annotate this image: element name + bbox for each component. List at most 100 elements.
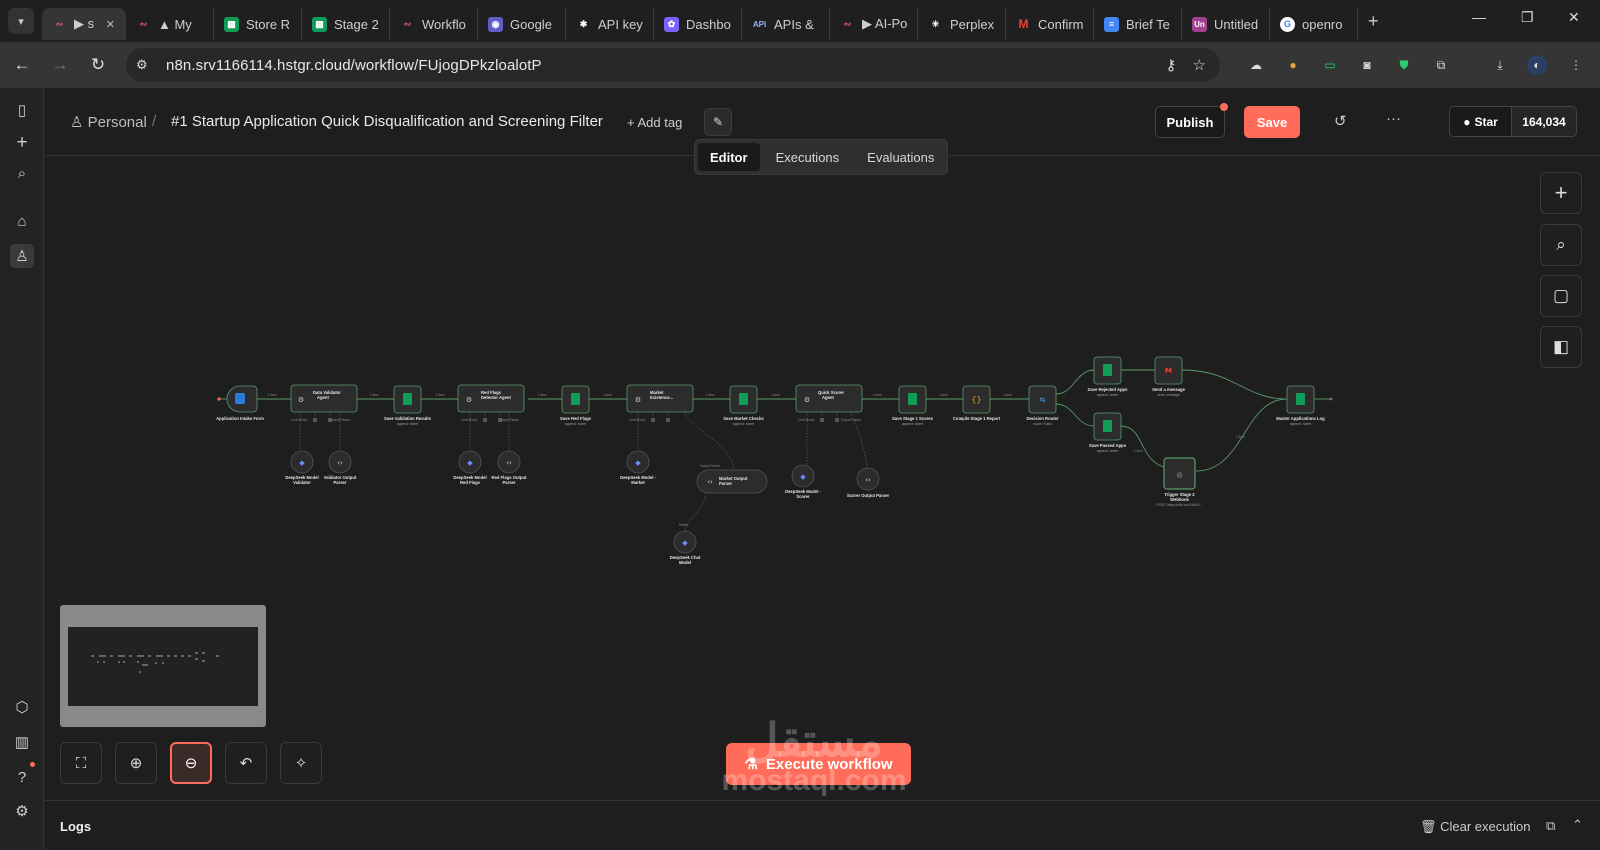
- browser-tab[interactable]: Gopenro: [1270, 8, 1358, 40]
- help-icon[interactable]: ?: [10, 765, 34, 789]
- add-icon[interactable]: +: [10, 131, 34, 155]
- tab-label: Dashbo: [686, 16, 731, 32]
- browser-tab[interactable]: ✿ Dashbo: [654, 8, 742, 40]
- tab-executions[interactable]: Executions: [764, 143, 852, 171]
- browser-tab[interactable]: ✱ API key: [566, 8, 654, 40]
- browser-tab[interactable]: ≡ Brief Te: [1094, 8, 1182, 40]
- extensions-puzzle-icon[interactable]: ⧉: [1431, 55, 1451, 75]
- tab-label: ▶ s: [74, 16, 95, 31]
- extension-grey-icon[interactable]: ◙: [1357, 55, 1377, 75]
- node-market-existence-agent[interactable]: ⚙ Market Existence...: [626, 384, 694, 413]
- tab-evaluations[interactable]: Evaluations: [855, 143, 946, 171]
- home-icon[interactable]: ⌂: [10, 209, 34, 233]
- tab-editor[interactable]: Editor: [698, 143, 760, 171]
- sticky-note-icon[interactable]: ▢: [1540, 275, 1582, 317]
- node-decision-router[interactable]: ⇆ Decision Router mode: Rules: [1026, 385, 1059, 426]
- logs-panel[interactable]: Logs 🗑 Clear execution ⧉ ⌃: [44, 800, 1600, 850]
- port-label: Chat Model: [291, 418, 308, 422]
- n8n-app: ▯ + ⌕ ⌂ ♙ ⬡ ▥ ? ⚙ ♙ Personal / #1 Startu…: [0, 88, 1600, 850]
- address-bar[interactable]: ⚙ n8n.srv1166114.hstgr.cloud/workflow/FU…: [126, 48, 1220, 82]
- expand-logs-chevron-icon[interactable]: ⌃: [1572, 817, 1583, 833]
- personal-user-icon[interactable]: ♙: [10, 244, 34, 268]
- untitled-icon: Un: [1192, 16, 1207, 32]
- minimap[interactable]: [60, 605, 266, 727]
- shield-icon[interactable]: ⛊: [1394, 55, 1414, 75]
- tidy-up-icon[interactable]: ✧: [280, 742, 322, 784]
- history-icon[interactable]: ↺: [1334, 112, 1347, 130]
- browser-tab[interactable]: ∾ Workflo: [390, 8, 478, 40]
- minimize-icon[interactable]: —: [1472, 9, 1486, 25]
- open-logs-window-icon[interactable]: ⧉: [1546, 818, 1555, 834]
- cookie-icon[interactable]: ●: [1283, 55, 1303, 75]
- node-send-a-message[interactable]: M Send a message send: message: [1152, 356, 1186, 397]
- node-red-flags-detector-agent[interactable]: ⚙ Red Flags Detector Agent: [457, 384, 525, 413]
- undo-icon[interactable]: ↶: [225, 742, 267, 784]
- save-button[interactable]: Save: [1244, 106, 1300, 138]
- clear-execution-label: Clear execution: [1440, 819, 1531, 834]
- chat-extension-icon[interactable]: ▭: [1320, 55, 1340, 75]
- node-quick-scorer-agent[interactable]: ⚙ Quick Scorer Agent: [795, 384, 863, 413]
- github-star[interactable]: ● Star: [1450, 107, 1512, 136]
- browser-tab[interactable]: ▦ Stage 2: [302, 8, 390, 40]
- close-window-icon[interactable]: ✕: [1568, 9, 1580, 26]
- node-save-red-flags[interactable]: Save Red Flags append: sheet: [560, 385, 592, 426]
- insights-chart-icon[interactable]: ▥: [10, 730, 34, 754]
- clear-execution-button[interactable]: 🗑 Clear execution: [1420, 819, 1530, 835]
- site-info-icon[interactable]: ⚙: [136, 57, 156, 73]
- forward-icon[interactable]: →: [44, 49, 76, 81]
- zoom-out-icon[interactable]: ⊖: [170, 742, 212, 784]
- browser-tab[interactable]: API APIs &: [742, 8, 830, 40]
- node-market-output-parser[interactable]: ‹› Market Output Parser: [696, 469, 768, 494]
- search-icon[interactable]: ⌕: [10, 161, 34, 185]
- google-sheets-icon: [571, 393, 580, 405]
- tab-search-menu[interactable]: ▾: [8, 8, 34, 34]
- browser-menu-icon[interactable]: ⋮: [1566, 55, 1586, 75]
- node-save-passed-apps[interactable]: Save Passed Apps append: sheet: [1089, 412, 1127, 453]
- github-star-button[interactable]: ● Star 164,034: [1449, 106, 1577, 137]
- tab-label: Untitled: [1214, 16, 1259, 32]
- workflow-canvas[interactable]: 1 item 1 item 1 item 1 item 1 item 1 ite…: [44, 156, 1600, 822]
- browser-tab[interactable]: ▦ Store R: [214, 8, 302, 40]
- breadcrumb-personal[interactable]: ♙ Personal: [70, 113, 147, 131]
- close-tab-icon[interactable]: ✕: [106, 18, 115, 31]
- browser-tab-active[interactable]: ∾ ▶ s ✕: [42, 8, 126, 40]
- add-node-icon[interactable]: +: [1540, 172, 1582, 214]
- restore-icon[interactable]: ❐: [1521, 9, 1534, 26]
- search-nodes-icon[interactable]: ⌕: [1540, 224, 1582, 266]
- publish-button[interactable]: Publish: [1155, 106, 1225, 138]
- workflow-graph[interactable]: 1 item 1 item 1 item 1 item 1 item 1 ite…: [44, 156, 1600, 822]
- templates-cube-icon[interactable]: ⬡: [10, 695, 34, 719]
- profile-avatar[interactable]: ◐: [1527, 55, 1547, 75]
- left-sidebar: ▯ + ⌕ ⌂ ♙ ⬡ ▥ ? ⚙: [0, 88, 44, 850]
- reload-icon[interactable]: ↻: [82, 49, 114, 81]
- browser-tab[interactable]: ∾ ▶ AI-Po: [830, 8, 918, 40]
- browser-tab[interactable]: ✳ Perplex: [918, 8, 1006, 40]
- zoom-in-icon[interactable]: ⊕: [115, 742, 157, 784]
- browser-tab[interactable]: Un Untitled: [1182, 8, 1270, 40]
- add-tag-button[interactable]: + Add tag: [627, 115, 682, 130]
- fit-view-icon[interactable]: ⛶: [60, 742, 102, 784]
- more-options-icon[interactable]: ···: [1386, 110, 1401, 127]
- download-icon[interactable]: ⤓: [1490, 55, 1510, 75]
- tab-label: Brief Te: [1126, 16, 1170, 32]
- browser-tab[interactable]: ∾ ▲ My: [126, 8, 214, 40]
- settings-gear-icon[interactable]: ⚙: [10, 799, 34, 823]
- back-icon[interactable]: ←: [6, 49, 38, 81]
- toggle-panel-icon[interactable]: ◧: [1540, 326, 1582, 368]
- logs-label[interactable]: Logs: [60, 819, 91, 834]
- extension-cloud-icon[interactable]: ☁: [1246, 55, 1266, 75]
- new-tab-icon[interactable]: +: [1368, 11, 1379, 32]
- password-key-icon[interactable]: ⚷: [1166, 56, 1177, 74]
- node-subtitle: append: sheet: [902, 422, 924, 426]
- browser-tab[interactable]: ◉ Google: [478, 8, 566, 40]
- edit-description-icon[interactable]: ✎: [704, 108, 732, 136]
- url-text[interactable]: n8n.srv1166114.hstgr.cloud/workflow/FUjo…: [166, 57, 542, 74]
- execute-workflow-button[interactable]: ⚗ Execute workflow: [726, 743, 911, 785]
- workflow-title[interactable]: #1 Startup Application Quick Disqualific…: [171, 113, 603, 130]
- node-data-validator-agent[interactable]: ⚙ Data Validator Agent: [290, 384, 358, 413]
- bookmark-star-icon[interactable]: ☆: [1193, 56, 1206, 74]
- node-subtitle: append: sheet: [397, 422, 419, 426]
- browser-tab[interactable]: M Confirm: [1006, 8, 1094, 40]
- node-subtitle: append: sheet: [733, 422, 755, 426]
- toggle-sidebar-icon[interactable]: ▯: [10, 98, 34, 122]
